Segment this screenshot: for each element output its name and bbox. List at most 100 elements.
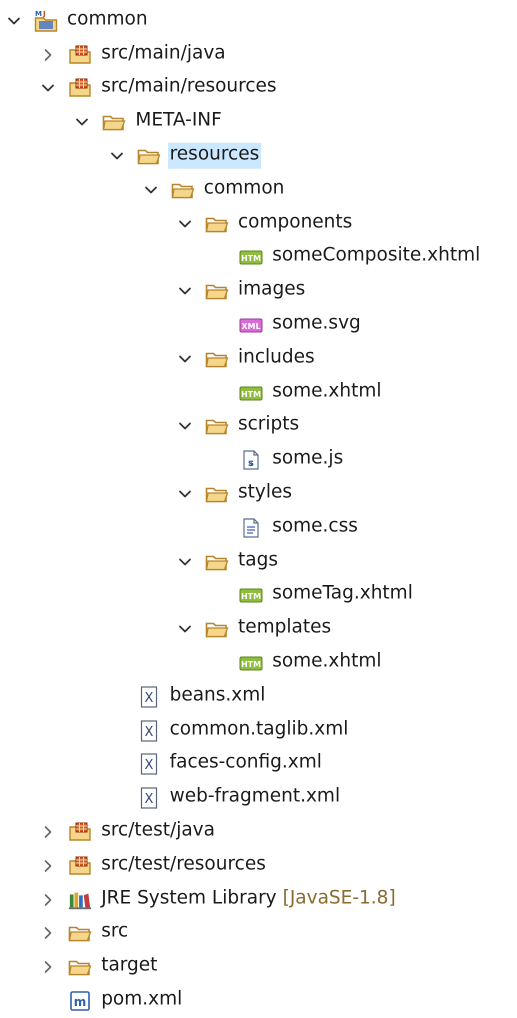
tree-item-label: some.css: [270, 515, 360, 541]
chevron-right-icon[interactable]: [40, 824, 56, 840]
tree-item-label: some.svg: [270, 312, 363, 338]
tree-item[interactable]: src/test/java: [0, 815, 517, 849]
tree-item-label: beans.xml: [168, 684, 268, 710]
tree-item-text: src/test/java: [101, 819, 215, 841]
tree-item-text: some.xhtml: [272, 380, 382, 402]
tree-item-text: web-fragment.xml: [169, 785, 341, 807]
folder-icon: [137, 145, 161, 167]
tree-item[interactable]: src: [0, 917, 517, 951]
tree-item[interactable]: HTM some.xhtml: [0, 376, 517, 410]
folder-icon: [68, 922, 92, 944]
tree-item-label: templates: [236, 616, 333, 642]
tree-item-label: images: [236, 278, 307, 304]
svg-text:X: X: [144, 725, 153, 740]
chevron-down-icon[interactable]: [177, 621, 193, 637]
tree-item[interactable]: common: [0, 173, 517, 207]
tree-item-label: src/main/java: [99, 41, 227, 67]
tree-item[interactable]: target: [0, 950, 517, 984]
chevron-down-icon[interactable]: [177, 418, 193, 434]
svg-text:HTM: HTM: [241, 660, 261, 669]
tree-item-text: some.xhtml: [272, 650, 382, 672]
tree-item[interactable]: resources: [0, 139, 517, 173]
tree-item[interactable]: scripts: [0, 410, 517, 444]
folder-icon: [205, 415, 229, 437]
tree-item[interactable]: META-INF: [0, 105, 517, 139]
tree-item-label: resources: [167, 142, 262, 169]
source-folder-icon: [68, 77, 92, 99]
chevron-down-icon[interactable]: [177, 283, 193, 299]
tree-item-text: some.svg: [272, 312, 361, 334]
chevron-down-icon[interactable]: [177, 216, 193, 232]
project-icon: MJ: [34, 10, 58, 32]
tree-item-text: some.js: [272, 447, 344, 469]
tree-item[interactable]: JRE System Library [JavaSE-1.8]: [0, 883, 517, 917]
svg-text:X: X: [144, 792, 153, 807]
tree-item[interactable]: images: [0, 274, 517, 308]
tree-item-label: src/test/resources: [99, 853, 268, 879]
tree-item[interactable]: Xbeans.xml: [0, 680, 517, 714]
chevron-right-icon[interactable]: [40, 925, 56, 941]
tree-item[interactable]: Xweb-fragment.xml: [0, 781, 517, 815]
tree-item[interactable]: HTM some.xhtml: [0, 646, 517, 680]
tree-item[interactable]: components: [0, 207, 517, 241]
chevron-down-icon[interactable]: [177, 554, 193, 570]
tree-item[interactable]: src/main/resources: [0, 72, 517, 106]
chevron-down-icon[interactable]: [109, 148, 125, 164]
tree-item[interactable]: includes: [0, 342, 517, 376]
tree-item-label: src/test/java: [99, 819, 217, 845]
tree-item-label: faces-config.xml: [168, 751, 324, 777]
chevron-down-icon[interactable]: [40, 80, 56, 96]
library-icon: [68, 889, 92, 911]
tree-item[interactable]: src/test/resources: [0, 849, 517, 883]
tree-item-label: META-INF: [133, 109, 223, 135]
chevron-down-icon[interactable]: [6, 13, 22, 29]
chevron-down-icon[interactable]: [177, 351, 193, 367]
tree-item-text: META-INF: [135, 110, 222, 132]
tree-item-label: src: [99, 920, 130, 946]
html-file-icon: HTM: [239, 382, 263, 404]
chevron-down-icon[interactable]: [143, 182, 159, 198]
tree-item[interactable]: templates: [0, 612, 517, 646]
tree-item-text: faces-config.xml: [169, 752, 322, 774]
maven-pom-icon: m: [68, 990, 92, 1012]
tree-item[interactable]: HTM someTag.xhtml: [0, 579, 517, 613]
tree-item[interactable]: src/main/java: [0, 38, 517, 72]
chevron-right-icon[interactable]: [40, 959, 56, 975]
folder-icon: [205, 551, 229, 573]
chevron-down-icon[interactable]: [177, 486, 193, 502]
xml-x-file-icon: X: [137, 720, 161, 742]
tree-item-label: common: [202, 177, 287, 203]
svg-text:HTM: HTM: [241, 390, 261, 399]
tree-item[interactable]: XML some.svg: [0, 308, 517, 342]
tree-item[interactable]: Xcommon.taglib.xml: [0, 714, 517, 748]
tree-item-text: styles: [238, 481, 293, 503]
folder-icon: [171, 179, 195, 201]
tree-item[interactable]: Xfaces-config.xml: [0, 748, 517, 782]
tree-item-text: src/main/resources: [101, 76, 277, 98]
tree-item-label: common.taglib.xml: [168, 717, 351, 743]
tree-item-label: some.xhtml: [270, 379, 383, 405]
tree-item-text: beans.xml: [169, 684, 266, 706]
chevron-right-icon[interactable]: [40, 892, 56, 908]
xml-x-file-icon: X: [137, 753, 161, 776]
tree-item[interactable]: styles: [0, 477, 517, 511]
svg-text:X: X: [144, 758, 153, 773]
tree-item[interactable]: M Jcommon: [0, 4, 517, 38]
tree-item[interactable]: 𝓈 s some.js: [0, 443, 517, 477]
folder-icon: [205, 213, 229, 235]
tree-item-text: includes: [238, 346, 315, 368]
tree-item-label: web-fragment.xml: [168, 785, 343, 811]
tree-item-label: JRE System Library [JavaSE-1.8]: [99, 886, 397, 912]
html-file-icon: HTM: [239, 246, 263, 268]
tree-item-label: pom.xml: [99, 988, 184, 1014]
tree-item[interactable]: HTM someComposite.xhtml: [0, 241, 517, 275]
tree-item-label: src/main/resources: [99, 75, 278, 101]
tree-item[interactable]: some.css: [0, 511, 517, 545]
chevron-down-icon[interactable]: [74, 114, 90, 130]
tree-item-text: images: [238, 279, 306, 301]
chevron-right-icon[interactable]: [40, 858, 56, 874]
xml-x-file-icon: X: [137, 787, 161, 809]
chevron-right-icon[interactable]: [40, 47, 56, 63]
svg-text:m: m: [74, 995, 87, 1009]
tree-item[interactable]: tags: [0, 545, 517, 579]
